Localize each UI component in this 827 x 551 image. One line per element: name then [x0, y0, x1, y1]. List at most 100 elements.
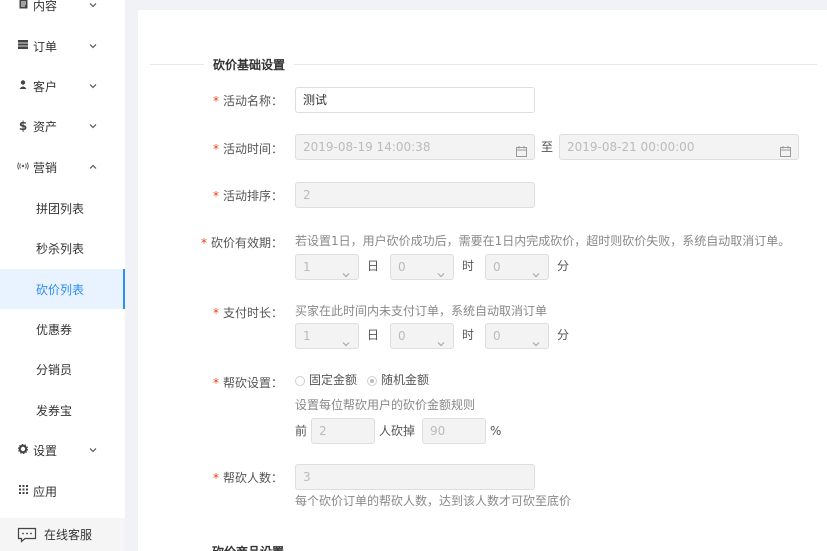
chat-icon — [17, 527, 37, 546]
pay-day-value: 1 — [303, 329, 311, 343]
sidebar-item-apps[interactable]: 应用 — [0, 471, 125, 511]
validity-hint: 若设置1日，用户砍价成功后，需要在1日内完成砍价，超时则砍价失败，系统自动取消订… — [295, 234, 791, 248]
pay-hour-value: 0 — [398, 329, 406, 343]
section-title: 砍价基础设置 — [204, 56, 295, 73]
pay-day-select[interactable]: 1 — [295, 323, 359, 349]
chevron-down-icon — [436, 332, 446, 356]
end-time-picker[interactable]: 2019-08-21 00:00:00 — [559, 134, 799, 160]
activity-name-label: * 活动名称： — [200, 91, 283, 111]
required-mark: * — [212, 189, 219, 203]
chevron-down-icon — [88, 445, 98, 455]
activity-sort-label-text: 活动排序： — [222, 189, 283, 203]
help-people-label-text: 帮砍人数： — [222, 471, 283, 485]
help-setting-label-text: 帮砍设置： — [222, 376, 283, 390]
time-separator: 至 — [541, 140, 554, 154]
activity-name-input[interactable]: 测试 — [295, 87, 535, 113]
validity-minute-select[interactable]: 0 — [485, 254, 549, 280]
chevron-down-icon — [88, 81, 98, 91]
help-people-input[interactable]: 3 — [295, 464, 535, 490]
chevron-up-icon — [88, 162, 98, 172]
help-setting-label: * 帮砍设置： — [200, 373, 283, 393]
help-mid: 人砍掉 — [379, 424, 416, 438]
random-amount-label[interactable]: 随机金额 — [381, 370, 429, 390]
chevron-down-icon — [341, 263, 351, 287]
sidebar-item-assets[interactable]: $ 资产 — [0, 106, 125, 146]
sidebar-item-label: 内容 — [33, 0, 58, 13]
required-mark: * — [212, 94, 219, 108]
broadcast-icon — [17, 161, 29, 173]
sidebar-item-settings[interactable]: 设置 — [0, 430, 125, 470]
sidebar-item-label: 营销 — [33, 160, 58, 175]
list-icon — [17, 40, 29, 52]
sidebar-subitem-coupons[interactable]: 优惠券 — [0, 309, 125, 349]
hour-unit: 时 — [462, 259, 475, 273]
end-time-value: 2019-08-21 00:00:00 — [567, 140, 695, 154]
chevron-down-icon — [88, 0, 98, 10]
sidebar-subitem-label: 砍价列表 — [36, 282, 85, 297]
start-time-picker[interactable]: 2019-08-19 14:00:38 — [295, 134, 535, 160]
chevron-down-icon — [436, 263, 446, 287]
hour-unit: 时 — [462, 328, 475, 342]
sidebar-subitem-group-buy[interactable]: 拼团列表 — [0, 188, 125, 228]
percent-sign: % — [490, 424, 502, 438]
dollar-icon: $ — [18, 119, 28, 133]
start-time-value: 2019-08-19 14:00:38 — [303, 140, 431, 154]
sidebar: 内容 订单 客户 $ 资产 营销 拼团列表 秒杀列表 砍价列表 优惠券 分销员 … — [0, 0, 125, 551]
sidebar-item-customers[interactable]: 客户 — [0, 66, 125, 106]
sidebar-subitem-label: 分销员 — [36, 362, 73, 377]
random-amount-radio[interactable] — [367, 376, 377, 386]
help-percent-input[interactable]: 90 — [422, 418, 486, 444]
activity-name-label-text: 活动名称： — [222, 94, 283, 108]
sidebar-item-label: 设置 — [33, 443, 58, 458]
required-mark: * — [212, 471, 219, 485]
sidebar-item-content[interactable]: 内容 — [0, 0, 125, 25]
activity-time-label: * 活动时间： — [200, 139, 283, 159]
validity-day-value: 1 — [303, 260, 311, 274]
pay-hour-select[interactable]: 0 — [390, 323, 454, 349]
sidebar-item-orders[interactable]: 订单 — [0, 26, 125, 66]
required-mark: * — [212, 376, 219, 390]
sidebar-subitem-flash-sale[interactable]: 秒杀列表 — [0, 228, 125, 268]
validity-label-text: 砍价有效期： — [210, 236, 283, 250]
pay-duration-label: * 支付时长： — [200, 303, 283, 323]
sidebar-subitem-bargain[interactable]: 砍价列表 — [0, 269, 125, 309]
validity-label: * 砍价有效期： — [200, 233, 283, 253]
activity-time-label-text: 活动时间： — [222, 142, 283, 156]
sidebar-item-label: 订单 — [33, 39, 58, 54]
pay-duration-hint: 买家在此时间内未支付订单，系统自动取消订单 — [295, 304, 548, 318]
calendar-icon — [780, 141, 791, 165]
calendar-icon — [516, 141, 527, 165]
sidebar-subitem-label: 拼团列表 — [36, 201, 85, 216]
day-unit: 日 — [367, 259, 380, 273]
help-prefix: 前 — [295, 424, 308, 438]
fixed-amount-radio[interactable] — [295, 376, 305, 386]
help-people-label: * 帮砍人数： — [200, 468, 283, 488]
chevron-down-icon — [341, 332, 351, 356]
required-mark: * — [200, 236, 207, 250]
pay-minute-select[interactable]: 0 — [485, 323, 549, 349]
day-unit: 日 — [367, 328, 380, 342]
validity-minute-value: 0 — [493, 260, 501, 274]
validity-hour-select[interactable]: 0 — [390, 254, 454, 280]
chevron-down-icon — [531, 263, 541, 287]
validity-hour-value: 0 — [398, 260, 406, 274]
required-mark: * — [212, 142, 219, 156]
validity-day-select[interactable]: 1 — [295, 254, 359, 280]
sidebar-item-label: 应用 — [33, 484, 58, 499]
help-people-hint: 每个砍价订单的帮砍人数，达到该人数才可砍至底价 — [295, 494, 572, 508]
activity-sort-input[interactable]: 2 — [295, 182, 535, 208]
chevron-down-icon — [531, 332, 541, 356]
help-count-input[interactable]: 2 — [311, 418, 375, 444]
chevron-down-icon — [88, 41, 98, 51]
sidebar-subitem-label: 发券宝 — [36, 403, 73, 418]
fixed-amount-label[interactable]: 固定金额 — [309, 370, 357, 390]
sidebar-item-label: 客户 — [33, 79, 58, 94]
sidebar-subitem-label: 秒杀列表 — [36, 241, 85, 256]
pay-duration-label-text: 支付时长： — [222, 306, 283, 320]
chevron-down-icon — [88, 121, 98, 131]
online-service-button[interactable]: 在线客服 — [0, 518, 125, 551]
sidebar-subitem-distributors[interactable]: 分销员 — [0, 349, 125, 389]
sidebar-subitem-coupon-treasure[interactable]: 发券宝 — [0, 390, 125, 430]
user-icon — [17, 80, 29, 92]
sidebar-item-marketing[interactable]: 营销 — [0, 147, 125, 187]
